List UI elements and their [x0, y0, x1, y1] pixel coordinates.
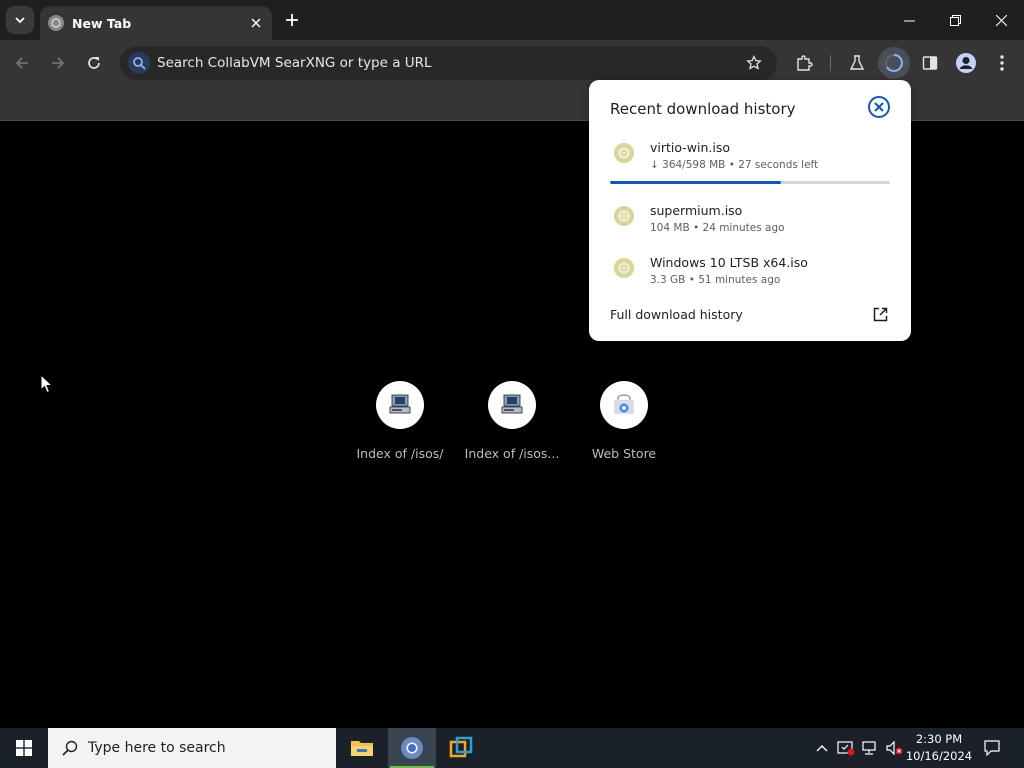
avatar-icon	[956, 53, 976, 73]
puzzle-icon	[797, 55, 813, 71]
reload-button[interactable]	[78, 47, 110, 79]
minimize-icon	[903, 20, 915, 21]
download-filename: supermium.iso	[650, 203, 743, 218]
restore-icon	[949, 14, 961, 26]
vmware-icon	[449, 736, 473, 758]
download-progress-bar	[610, 181, 890, 184]
taskbar-clock[interactable]: 2:30 PM 10/16/2024	[904, 731, 974, 765]
bookmark-star-icon[interactable]	[739, 48, 769, 78]
chevron-up-icon[interactable]	[812, 738, 832, 758]
taskbar: Type here to search 2:30 PM 10/16/2024	[0, 728, 1024, 768]
tab-search-button[interactable]	[6, 6, 34, 34]
omnibox[interactable]: Search CollabVM SearXNG or type a URL	[120, 46, 777, 80]
shortcut-label: Index of /isos...	[464, 446, 560, 461]
full-download-history-link[interactable]: Full download history	[610, 307, 743, 322]
close-window-button[interactable]	[978, 0, 1024, 40]
side-panel-button[interactable]	[914, 47, 946, 79]
flask-icon	[849, 55, 865, 70]
disc-icon	[614, 206, 634, 226]
disc-icon	[614, 143, 634, 163]
shortcut-label: Web Store	[591, 446, 657, 461]
tab-new-tab[interactable]: New Tab	[40, 6, 272, 40]
download-item[interactable]: Windows 10 LTSB x64.iso 3.3 GB • 51 minu…	[610, 255, 890, 295]
volume-muted-icon[interactable]	[884, 738, 904, 758]
tab-title: New Tab	[72, 15, 132, 31]
server-icon	[488, 381, 536, 429]
notification-center-button[interactable]	[976, 728, 1008, 768]
new-tab-button[interactable]	[280, 8, 304, 32]
labs-button[interactable]	[841, 47, 873, 79]
download-item[interactable]: supermium.iso 104 MB • 24 minutes ago	[610, 203, 890, 243]
chrome-icon	[401, 737, 423, 759]
arrow-left-icon	[15, 57, 28, 69]
windows-logo-icon	[16, 740, 32, 756]
close-icon	[995, 14, 1007, 26]
taskbar-app-chrome[interactable]	[388, 728, 436, 768]
toolbar-separator	[830, 55, 831, 71]
download-item[interactable]: virtio-win.iso ↓ 364/598 MB • 27 seconds…	[610, 140, 890, 180]
tab-strip: New Tab	[0, 0, 1024, 40]
profile-button[interactable]	[950, 47, 982, 79]
minimize-button[interactable]	[886, 0, 932, 40]
server-icon	[376, 381, 424, 429]
shortcut-label: Index of /isos/	[356, 446, 444, 461]
menu-button[interactable]	[986, 47, 1018, 79]
reload-icon	[88, 57, 100, 69]
open-in-new-icon[interactable]	[870, 304, 890, 324]
disc-icon	[614, 258, 634, 278]
download-progress-fill	[610, 181, 781, 184]
network-icon[interactable]	[860, 738, 880, 758]
shortcut-tile[interactable]: Web Store	[576, 381, 672, 461]
mouse-cursor-icon	[40, 374, 54, 394]
side-panel-icon	[922, 56, 938, 70]
download-bubble: Recent download history virtio-win.iso ↓…	[589, 80, 911, 341]
start-button[interactable]	[0, 728, 48, 768]
search-icon	[128, 52, 150, 74]
chevron-down-icon	[15, 17, 25, 24]
download-filename: virtio-win.iso	[650, 140, 730, 155]
arrow-right-icon	[52, 57, 65, 69]
folder-icon	[351, 741, 373, 756]
download-filename: Windows 10 LTSB x64.iso	[650, 255, 808, 270]
more-vertical-icon	[1000, 55, 1004, 71]
shortcut-tile[interactable]: Index of /isos...	[464, 381, 560, 461]
clock-date: 10/16/2024	[905, 749, 973, 763]
clock-time: 2:30 PM	[915, 732, 963, 746]
security-icon[interactable]	[836, 738, 856, 758]
plus-icon	[286, 14, 298, 26]
omnibox-placeholder: Search CollabVM SearXNG or type a URL	[157, 55, 432, 71]
search-icon	[60, 738, 80, 758]
notification-icon	[984, 740, 1000, 756]
close-icon[interactable]	[867, 95, 891, 119]
extensions-button[interactable]	[788, 47, 820, 79]
download-status: 3.3 GB • 51 minutes ago	[650, 274, 781, 286]
download-status: ↓ 364/598 MB • 27 seconds left	[650, 159, 819, 171]
forward-button[interactable]	[42, 47, 74, 79]
taskbar-app-vmware[interactable]	[437, 728, 485, 768]
taskbar-app-file-explorer[interactable]	[338, 728, 386, 768]
downloads-button[interactable]	[878, 47, 910, 79]
globe-icon	[48, 15, 64, 31]
download-status: 104 MB • 24 minutes ago	[650, 222, 785, 234]
taskbar-search-placeholder: Type here to search	[88, 740, 226, 756]
restore-button[interactable]	[932, 0, 978, 40]
back-button[interactable]	[6, 47, 38, 79]
download-progress-icon	[885, 54, 903, 72]
shortcut-tile[interactable]: Index of /isos/	[352, 381, 448, 461]
download-bubble-title: Recent download history	[610, 100, 796, 118]
taskbar-search-box[interactable]: Type here to search	[48, 728, 336, 768]
close-tab-icon[interactable]	[248, 15, 264, 31]
web-store-icon	[600, 381, 648, 429]
